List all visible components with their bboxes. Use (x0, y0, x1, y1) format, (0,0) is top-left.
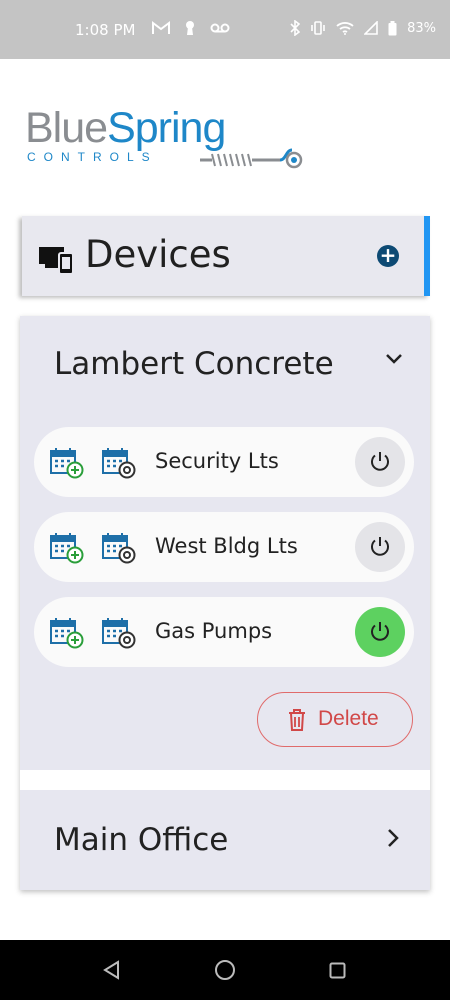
device-label: Security Lts (155, 449, 279, 473)
chevron-down-icon[interactable] (384, 352, 404, 366)
divider (20, 770, 430, 790)
logo-tagline: CONTROLS (27, 150, 158, 164)
wifi-icon (336, 22, 354, 35)
bluespring-logo: BlueSpring CONTROLS (25, 104, 315, 174)
device-label: Gas Pumps (155, 619, 273, 643)
delete-label: Delete (318, 707, 379, 730)
logo-word-spring: Spring (107, 104, 226, 152)
calendar-add-icon[interactable] (50, 617, 84, 649)
back-icon[interactable] (102, 960, 120, 980)
keyhole-icon (186, 21, 194, 35)
add-device-button[interactable]: + (377, 245, 399, 267)
devices-icon (39, 247, 74, 274)
device-label: West Bldg Lts (155, 534, 298, 558)
device-groups-card: Lambert Concrete Security Lts West Bldg … (20, 316, 430, 890)
devices-header: Devices + (22, 216, 430, 296)
device-row: West Bldg Lts (34, 512, 414, 582)
calendar-settings-icon[interactable] (102, 447, 136, 479)
bluetooth-icon (290, 20, 301, 36)
home-icon[interactable] (214, 959, 236, 981)
delete-group-button[interactable]: Delete (257, 692, 413, 747)
trash-icon (289, 709, 305, 731)
device-row: Security Lts (34, 427, 414, 497)
power-toggle-button[interactable] (355, 522, 405, 572)
device-row: Gas Pumps (34, 597, 414, 667)
group-title[interactable]: Lambert Concrete (54, 346, 334, 382)
calendar-add-icon[interactable] (50, 532, 84, 564)
gmail-icon (152, 21, 170, 34)
power-toggle-button[interactable] (355, 437, 405, 487)
chevron-right-icon[interactable] (386, 827, 400, 849)
status-time: 1:08 PM (75, 21, 136, 39)
page-title: Devices (85, 233, 231, 276)
battery-percent: 83% (407, 20, 436, 36)
power-icon (371, 622, 389, 641)
status-bar: 1:08 PM 83% (0, 0, 450, 59)
system-nav-bar (0, 940, 450, 1000)
add-circle-icon: + (379, 243, 397, 267)
battery-icon (388, 20, 397, 35)
spring-coil-icon (200, 148, 303, 169)
voicemail-icon (210, 23, 230, 33)
vibrate-icon (311, 21, 325, 35)
power-icon (371, 452, 389, 471)
group-title[interactable]: Main Office (54, 822, 228, 858)
calendar-settings-icon[interactable] (102, 617, 136, 649)
logo-word-blue: Blue (25, 104, 108, 152)
recents-icon[interactable] (329, 962, 346, 979)
signal-icon (364, 21, 378, 35)
calendar-settings-icon[interactable] (102, 532, 136, 564)
calendar-add-icon[interactable] (50, 447, 84, 479)
power-icon (371, 537, 389, 556)
power-toggle-button[interactable] (355, 607, 405, 657)
